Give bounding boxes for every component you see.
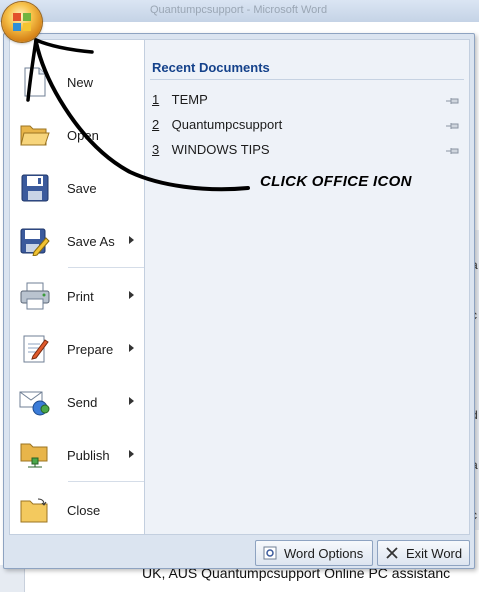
vertical-ruler [0,565,25,592]
menu-item-label: Close [67,502,101,518]
publish-icon [18,438,52,472]
close-x-icon [384,545,400,561]
annotation-label: CLICK OFFICE ICON [260,173,412,190]
title-bar: Quantumpcsupport - Microsoft Word [0,0,479,22]
menu-item-open[interactable]: Open [18,113,146,157]
recent-document-number: 1 [152,92,160,107]
menu-item-label: Prepare [67,341,114,357]
menu-item-label: Save As [67,233,115,249]
recent-document-number: 2 [152,117,160,132]
menu-item-label: Save [67,180,97,196]
menu-divider [68,481,146,482]
recent-document-name: WINDOWS TIPS [171,142,270,157]
submenu-arrow-icon [129,450,134,458]
submenu-arrow-icon [129,291,134,299]
submenu-arrow-icon [129,397,134,405]
menu-item-label: Print [67,288,94,304]
floppy-disk-icon [18,171,52,205]
menu-item-label: New [67,74,94,90]
options-icon [262,545,278,561]
menu-item-publish[interactable]: Publish [18,433,146,477]
pin-icon[interactable] [446,96,460,106]
menu-item-save[interactable]: Save [18,166,146,210]
menu-commands-pane: New Open Save Save As Print Prepare Send… [9,39,146,535]
window-title: Quantumpcsupport - Microsoft Word [150,4,328,16]
save-as-icon [18,224,52,258]
prepare-icon [18,332,52,366]
menu-item-new[interactable]: New [18,60,146,104]
open-folder-icon [18,118,52,152]
recent-divider [150,79,464,80]
recent-document-name: Quantumpcsupport [171,117,283,132]
new-document-icon [18,65,52,99]
menu-item-close[interactable]: Close [18,488,146,532]
submenu-arrow-icon [129,344,134,352]
recent-documents-title: Recent Documents [152,60,270,75]
office-menu: New Open Save Save As Print Prepare Send… [3,33,475,569]
close-folder-icon [18,493,52,527]
recent-document-name: TEMP [171,92,208,107]
send-icon [18,385,52,419]
menu-item-label: Open [67,127,99,143]
recent-document-item[interactable]: 1 TEMP [152,92,464,114]
menu-item-label: Send [67,394,98,410]
recent-document-number: 3 [152,142,160,157]
pin-icon[interactable] [446,146,460,156]
menu-divider [68,267,146,268]
recent-document-item[interactable]: 3 WINDOWS TIPS [152,142,464,164]
recent-documents-pane: Recent Documents 1 TEMP 2 Quantumpcsuppo… [144,39,470,535]
recent-document-item[interactable]: 2 Quantumpcsupport [152,117,464,139]
menu-item-send[interactable]: Send [18,380,146,424]
pin-icon[interactable] [446,121,460,131]
menu-item-print[interactable]: Print [18,274,146,318]
exit-word-label: Exit Word [406,545,463,561]
office-logo-icon [13,13,31,31]
word-options-label: Word Options [284,545,364,561]
submenu-arrow-icon [129,236,134,244]
printer-icon [18,279,52,313]
word-options-button[interactable]: Word Options [255,540,373,566]
exit-word-button[interactable]: Exit Word [377,540,470,566]
menu-item-prepare[interactable]: Prepare [18,327,146,371]
menu-item-label: Publish [67,447,110,463]
menu-item-save-as[interactable]: Save As [18,219,146,263]
office-button[interactable] [2,2,42,42]
